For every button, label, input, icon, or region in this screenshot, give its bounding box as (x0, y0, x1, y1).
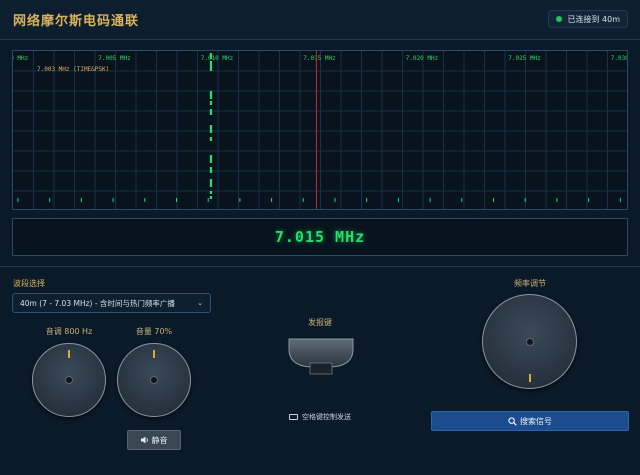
signal-trace (209, 53, 213, 59)
frequency-label: 7.000 MHz (13, 55, 29, 62)
app-title: 网络摩尔斯电码通联 (13, 14, 140, 29)
signal-trace (209, 101, 213, 105)
signal-trace (209, 91, 213, 99)
signal-trace (209, 67, 213, 71)
telegraph-key[interactable] (288, 337, 354, 375)
volume-knob-center (150, 376, 158, 384)
tuning-dial[interactable] (482, 294, 577, 389)
waterfall-display[interactable]: 7.000 MHz 7.005 MHz 7.010 MHz 7.015 MHz 7.02… (12, 50, 628, 210)
signal-trace (209, 191, 213, 194)
volume-label: 音量 70% (135, 327, 173, 336)
keyboard-icon (289, 414, 298, 420)
tuning-dial-indicator (528, 374, 531, 382)
frequency-label: 7.030 MHz (611, 55, 628, 62)
station-label: 7.003 MHz (TIME&PSK) (37, 66, 109, 73)
frequency-value: 7.015 MHz (274, 228, 366, 246)
frequency-label: 7.015 MHz (303, 55, 336, 62)
signal-trace (209, 61, 213, 67)
tuning-label: 频率调节 (514, 279, 546, 288)
band-label: 波段选择 (13, 279, 45, 288)
waterfall-canvas: 7.000 MHz 7.005 MHz 7.010 MHz 7.015 MHz 7.02… (13, 51, 628, 209)
signal-trace (209, 109, 213, 115)
search-signal-label: 搜索信号 (520, 416, 552, 426)
signal-trace (209, 155, 213, 163)
magnifier-icon (508, 416, 517, 426)
tuning-dial-center (525, 337, 534, 346)
signal-trace (209, 125, 213, 133)
telegraph-key-label: 发报键 (308, 318, 332, 327)
tone-knob[interactable] (32, 343, 106, 417)
space-hint: 空格键控制发送 (270, 412, 370, 422)
tone-knob-center (65, 376, 73, 384)
status-text: 已连接到 40m (567, 14, 620, 24)
mute-button-label: 静音 (151, 435, 168, 445)
volume-knob-indicator (153, 350, 155, 358)
space-hint-text: 空格键控制发送 (302, 413, 351, 421)
frequency-label: 7.020 MHz (406, 55, 439, 62)
frequency-label: 7.010 MHz (201, 55, 234, 62)
volume-knob[interactable] (117, 343, 191, 417)
app-header: 网络摩尔斯电码通联 已连接到 40m (0, 0, 640, 40)
connection-status: 已连接到 40m (548, 10, 628, 28)
speaker-icon (140, 436, 148, 444)
signal-trace (209, 167, 213, 173)
signal-trace (209, 137, 213, 141)
signal-trace (209, 179, 213, 187)
frequency-readout: 7.015 MHz (12, 218, 628, 256)
chevron-down-icon: ⌄ (197, 299, 203, 307)
band-select[interactable]: 40m (7 - 7.03 MHz) - 含时间与热门频率广播 ⌄ (12, 293, 211, 313)
mute-button[interactable]: 静音 (127, 430, 181, 450)
search-signal-button[interactable]: 搜索信号 (431, 411, 629, 431)
tone-knob-indicator (68, 350, 70, 358)
frequency-label: 7.025 MHz (508, 55, 541, 62)
signal-trace (209, 196, 213, 199)
frequency-label: 7.005 MHz (98, 55, 131, 62)
band-select-value: 40m (7 - 7.03 MHz) - 含时间与热门频率广播 (20, 298, 175, 308)
status-dot-icon (556, 16, 563, 22)
